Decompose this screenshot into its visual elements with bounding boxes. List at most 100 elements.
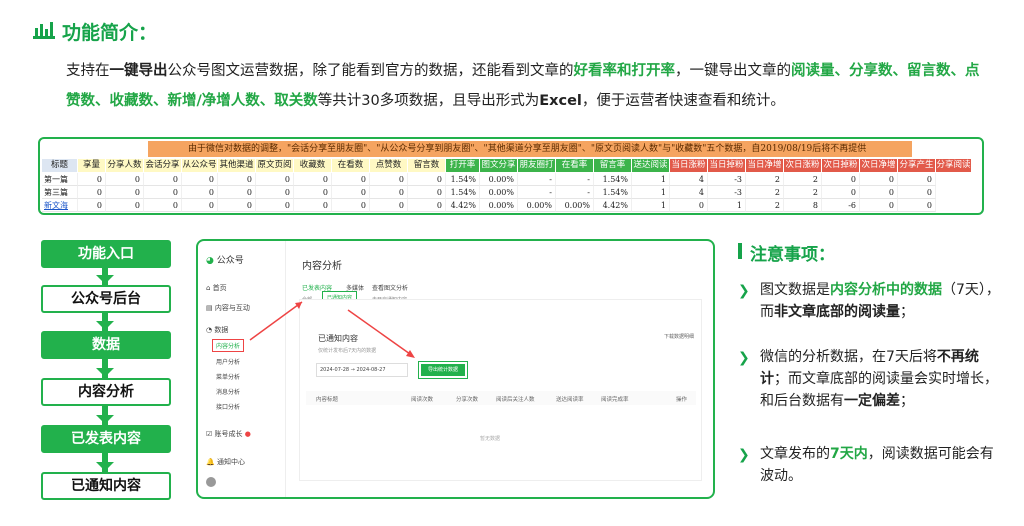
sheet-cell: 1 [632,199,670,212]
sheet-header-cell: 当日涨粉 [670,159,708,172]
sheet-cell: 0 [332,186,370,199]
sheet-header-cell: 打开率 [446,159,480,172]
sheet-header-cell: 在看率 [556,159,594,172]
sheet-cell: 0 [78,173,106,186]
nav-growth[interactable]: ☑ 账号成长 ● [206,429,251,439]
sheet-cell: 0 [408,173,446,186]
nav-api-analysis[interactable]: 接口分析 [216,402,240,411]
flow-step: 公众号后台 [41,285,171,313]
sheet-cell: 0 [144,173,182,186]
sheet-cell: 0 [898,199,936,212]
sheet-cell: -3 [708,173,746,186]
chevron-right-icon: ❯ [738,447,750,463]
avatar[interactable] [206,477,216,487]
sheet-cell: 0 [822,186,860,199]
sheet-cell: 第一篇 [42,173,78,186]
notes-title: 注意事项： [750,245,835,265]
sheet-cell: 0 [256,186,294,199]
sheet-cell: 新文海 [42,199,78,212]
download-link[interactable]: 下载数据明细 [664,333,694,340]
arrow-down-icon [96,462,114,471]
arrow-down-icon [96,321,114,330]
sheet-cell: 1 [708,199,746,212]
empty-state: 暂无数据 [480,436,501,442]
sheet-cell: - [518,173,556,186]
sheet-cell: 0 [218,199,256,212]
admin-brand: ◕ 公众号 [206,256,244,266]
sheet-cell: 0 [822,173,860,186]
sheet-cell: 1.54% [446,173,480,186]
sheet-cell: 4.42% [446,199,480,212]
nav-menu-analysis[interactable]: 菜单分析 [216,372,240,381]
sheet-cell: 0 [370,199,408,212]
sheet-cell: 0 [256,173,294,186]
chevron-right-icon: ❯ [738,283,750,299]
sheet-cell: 0 [106,173,144,186]
sheet-header-cell: 图文分享 [480,159,518,172]
sheet-header-cell: 从公众号 [182,159,218,172]
nav-notifications[interactable]: 🔔 通知中心 [206,457,245,467]
sheet-header-cell: 次日掉粉 [822,159,860,172]
sheet-cell: 0.00% [518,199,556,212]
sheet-cell: - [556,173,594,186]
admin-page-title: 内容分析 [302,261,342,272]
nav-data[interactable]: ◔ 数据 [206,325,228,335]
sheet-cell: 0 [218,173,256,186]
sheet-cell: 0 [860,186,898,199]
sheet-cell: 0 [106,186,144,199]
nav-user-analysis[interactable]: 用户分析 [216,357,240,366]
sheet-cell: 0 [294,173,332,186]
note-1: 图文数据是内容分析中的数据（7天），而非文章底部的阅读量； [760,282,1000,320]
sheet-header-cell: 收藏数 [294,159,332,172]
sheet-cell: 0 [332,199,370,212]
sheet-cell: 0 [898,173,936,186]
sheet-header-cell: 点赞数 [370,159,408,172]
sheet-cell: 2 [784,173,822,186]
sheet-cell: 4 [670,173,708,186]
chevron-right-icon: ❯ [738,350,750,366]
export-sheet-preview: 由于微信对数据的调整，"会话分享至朋友圈"、"从公众号分享到朋友圈"、"其他渠道… [38,137,984,215]
nav-message-analysis[interactable]: 消息分析 [216,387,240,396]
sheet-cell: 第三篇 [42,186,78,199]
sheet-cell: 0 [144,186,182,199]
sheet-cell: 0 [294,186,332,199]
chart-icon [33,22,55,39]
sheet-cell: 8 [784,199,822,212]
sheet-header-cell: 标题 [42,159,78,172]
flow-step: 数据 [41,331,171,359]
wechat-logo-icon: ◕ [206,256,214,266]
sheet-cell: 4 [670,186,708,199]
intro-paragraph: 支持在一键导出公众号图文运营数据，除了能看到官方的数据，还能看到文章的好看率和打… [66,63,980,109]
flow-step: 已发表内容 [41,425,171,453]
sheet-cell: 0 [218,186,256,199]
nav-home[interactable]: ⌂ 首页 [206,283,227,293]
annotation-arrows [249,301,415,358]
sheet-cell: 0 [182,199,218,212]
flow-step: 功能入口 [41,240,171,268]
sheet-header-cell: 次日涨粉 [784,159,822,172]
sheet-cell: 1.54% [594,173,632,186]
sheet-header-cell: 在看数 [332,159,370,172]
sheet-header-row: 标题 享量 分享人数 会话分享 从公众号 其他渠道 原文页阅 收藏数 在看数 点赞数 留言数 打开率图… [42,159,972,172]
sheet-banner: 由于微信对数据的调整，"会话分享至朋友圈"、"从公众号分享到朋友圈"、"其他渠道… [148,141,912,157]
sheet-header-cell: 朋友圈打 [518,159,556,172]
sheet-cell: 0 [408,199,446,212]
arrow-down-icon [96,275,114,284]
sheet-cell: 4.42% [594,199,632,212]
sheet-header-cell: 分享产生 [898,159,936,172]
admin-table-header: 内容标题 阅读次数 分享次数 阅读后关注人数 送达阅读率 阅读完成率 操作 [306,391,696,405]
sheet-cell: 0.00% [480,173,518,186]
sheet-cell: 0 [78,186,106,199]
sheet-cell: 0 [332,173,370,186]
arrow-down-icon [96,415,114,424]
sheet-cell: 0 [294,199,332,212]
sheet-header-cell: 留言数 [408,159,446,172]
sheet-cell: 0.00% [480,199,518,212]
flow-step: 已通知内容 [41,472,171,500]
sheet-cell: 0.00% [556,199,594,212]
sheet-header-cell: 留言率 [594,159,632,172]
sheet-header-cell: 分享人数 [106,159,144,172]
sheet-cell: 0 [860,199,898,212]
sheet-cell: 1.54% [446,186,480,199]
sheet-header-cell: 当日净增 [746,159,784,172]
